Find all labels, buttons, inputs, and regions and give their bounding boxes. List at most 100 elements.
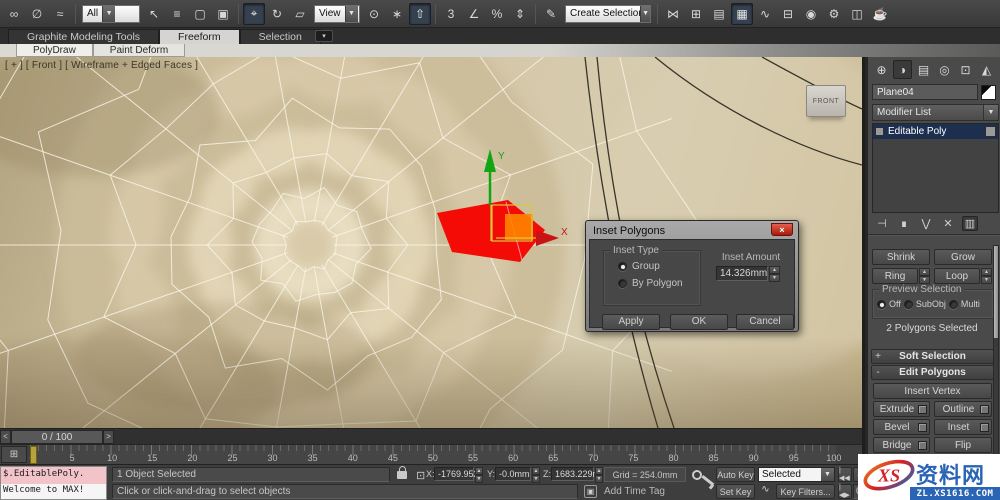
z-coordinate-field[interactable]: 1683.229m ▲ ▼ (551, 467, 603, 483)
unlink-selection-icon[interactable]: ∅ (26, 3, 48, 25)
select-and-manipulate-icon[interactable]: ∗ (386, 3, 408, 25)
grow-button[interactable]: Grow (934, 249, 992, 265)
named-selection-set-dropdown[interactable]: Create Selection Se ▼ (565, 4, 651, 23)
timeline-ruler[interactable]: ⊞ 05101520253035404550556065707580859095… (0, 444, 862, 465)
tab-modify[interactable]: ◑ (893, 60, 912, 79)
tab-utilities[interactable]: ◭ (977, 60, 996, 79)
window-crossing-icon[interactable]: ▣ (212, 3, 234, 25)
render-setup-icon[interactable]: ⚙ (823, 3, 845, 25)
pin-stack-icon[interactable]: ⊣ (874, 217, 890, 230)
subtab-paint-deform[interactable]: Paint Deform (92, 44, 186, 57)
make-unique-icon[interactable]: ⋁ (918, 217, 934, 230)
listener-macro-line[interactable]: $.EditablePoly. (1, 467, 106, 484)
graphite-ribbon-toggle-icon[interactable]: ▦ (731, 2, 753, 25)
object-color-swatch[interactable] (981, 84, 996, 100)
bind-to-space-warp-icon[interactable]: ≈ (49, 3, 71, 25)
tab-create[interactable]: ⊕ (872, 60, 891, 79)
snaps-toggle-icon[interactable]: 3 (440, 3, 462, 25)
time-tag-icon[interactable]: ▣ (584, 485, 597, 498)
key-selection-dropdown[interactable]: Selected ▼ (758, 467, 835, 482)
viewcube[interactable]: FRONT (806, 85, 846, 117)
stack-toggle-icon[interactable] (985, 126, 996, 137)
ring-spinner[interactable]: ▲ ▼ (919, 268, 930, 284)
loop-button[interactable]: Loop (934, 268, 980, 284)
preview-multi-radio[interactable]: Multi (948, 299, 980, 309)
y-coordinate-field[interactable]: -0.0mm ▲ ▼ (495, 467, 540, 483)
flip-button[interactable]: Flip (934, 437, 992, 453)
percent-snap-icon[interactable]: % (486, 3, 508, 25)
mirror-icon[interactable]: ⋈ (662, 3, 684, 25)
modifier-list-dropdown[interactable]: Modifier List ▼ (872, 104, 999, 121)
spinner-arrows[interactable]: ▲ ▼ (532, 467, 540, 483)
edit-named-selection-sets-icon[interactable]: ✎ (540, 3, 562, 25)
extrude-button[interactable]: Extrude (873, 401, 930, 417)
preview-off-radio[interactable]: Off (877, 299, 901, 309)
current-frame-display[interactable]: 0 / 100 (11, 429, 103, 444)
selection-filter-dropdown[interactable]: All ▼ (82, 4, 140, 23)
curve-editor-icon[interactable]: ∿ (754, 3, 776, 25)
maxscript-mini-listener[interactable]: $.EditablePoly. Welcome to MAX! (0, 466, 107, 500)
select-and-rotate-icon[interactable]: ↻ (266, 3, 288, 25)
selection-lock-icon[interactable] (397, 466, 407, 479)
absolute-mode-icon[interactable]: ⊡ (416, 469, 425, 482)
spinner-snap-icon[interactable]: ⇕ (509, 3, 531, 25)
outline-button[interactable]: Outline (934, 401, 992, 417)
rectangular-selection-region-icon[interactable]: ▢ (189, 3, 211, 25)
preview-subobj-radio[interactable]: SubObj (903, 299, 946, 309)
angle-snap-icon[interactable]: ∠ (463, 3, 485, 25)
tab-graphite-modeling-tools[interactable]: Graphite Modeling Tools (8, 29, 160, 44)
keyboard-shortcut-override-icon[interactable]: ⇧ (409, 2, 431, 25)
remove-modifier-icon[interactable]: ✕ (940, 217, 956, 230)
cancel-button[interactable]: Cancel (736, 314, 794, 330)
add-time-tag[interactable]: Add Time Tag (600, 484, 690, 499)
group-radio[interactable]: Group (618, 261, 700, 272)
listener-output-line[interactable]: Welcome to MAX! (1, 484, 106, 499)
settings-box-icon[interactable] (918, 404, 927, 414)
go-to-start-button[interactable]: |◀◀ (838, 467, 852, 482)
subtab-polydraw[interactable]: PolyDraw (16, 44, 93, 57)
x-coordinate-field[interactable]: -1769.952 ▲ ▼ (434, 467, 483, 483)
scrollbar-thumb[interactable] (994, 246, 998, 338)
object-name-field[interactable]: Plane04 (872, 84, 979, 100)
time-slider-handle[interactable] (30, 446, 37, 464)
key-filters-button[interactable]: Key Filters... (776, 484, 835, 499)
select-object-icon[interactable]: ↖ (143, 3, 165, 25)
align-icon[interactable]: ⊞ (685, 3, 707, 25)
next-frame-button[interactable]: > (103, 429, 114, 444)
layer-manager-icon[interactable]: ▤ (708, 3, 730, 25)
tab-hierarchy[interactable]: ▤ (914, 60, 933, 79)
stack-item-editable-poly[interactable]: Editable Poly (873, 124, 998, 139)
set-key-button[interactable]: Set Key (716, 484, 755, 499)
configure-modifier-sets-icon[interactable]: ▥ (962, 216, 978, 231)
spinner-arrows[interactable]: ▲ ▼ (475, 467, 483, 483)
spinner-arrows[interactable]: ▲ ▼ (769, 266, 780, 282)
tab-selection[interactable]: Selection (239, 29, 321, 44)
ok-button[interactable]: OK (670, 314, 728, 330)
settings-box-icon[interactable] (918, 440, 927, 450)
loop-spinner[interactable]: ▲ ▼ (981, 268, 992, 284)
bridge-button[interactable]: Bridge (873, 437, 930, 453)
show-end-result-icon[interactable]: ∎ (896, 217, 912, 230)
ribbon-minimize-button[interactable]: ▾ (315, 30, 333, 42)
settings-box-icon[interactable] (918, 422, 927, 432)
soft-selection-rollout[interactable]: + Soft Selection (871, 349, 994, 364)
default-in-out-tangents-icon[interactable]: ∿ (758, 484, 773, 499)
tab-freeform[interactable]: Freeform (159, 29, 240, 44)
select-and-link-icon[interactable]: ∞ (3, 3, 25, 25)
select-and-move-icon[interactable]: ⌖ (243, 2, 265, 25)
tab-motion[interactable]: ◎ (935, 60, 954, 79)
render-production-icon[interactable]: ☕ (869, 3, 891, 25)
inset-button[interactable]: Inset (934, 419, 992, 435)
spinner-arrows[interactable]: ▲ ▼ (595, 467, 603, 483)
close-icon[interactable]: × (771, 223, 793, 236)
insert-vertex-button[interactable]: Insert Vertex (873, 383, 992, 399)
shrink-button[interactable]: Shrink (872, 249, 930, 265)
rendered-frame-window-icon[interactable]: ◫ (846, 3, 868, 25)
viewport-label[interactable]: [ + ] [ Front ] [ Wireframe + Edged Face… (5, 60, 198, 71)
dialog-title[interactable]: Inset Polygons (589, 223, 795, 239)
prev-frame-button[interactable]: < (0, 429, 11, 444)
settings-box-icon[interactable] (980, 422, 989, 432)
schematic-view-icon[interactable]: ⊟ (777, 3, 799, 25)
edit-polygons-rollout[interactable]: - Edit Polygons (871, 365, 994, 380)
by-polygon-radio[interactable]: By Polygon (618, 278, 700, 289)
